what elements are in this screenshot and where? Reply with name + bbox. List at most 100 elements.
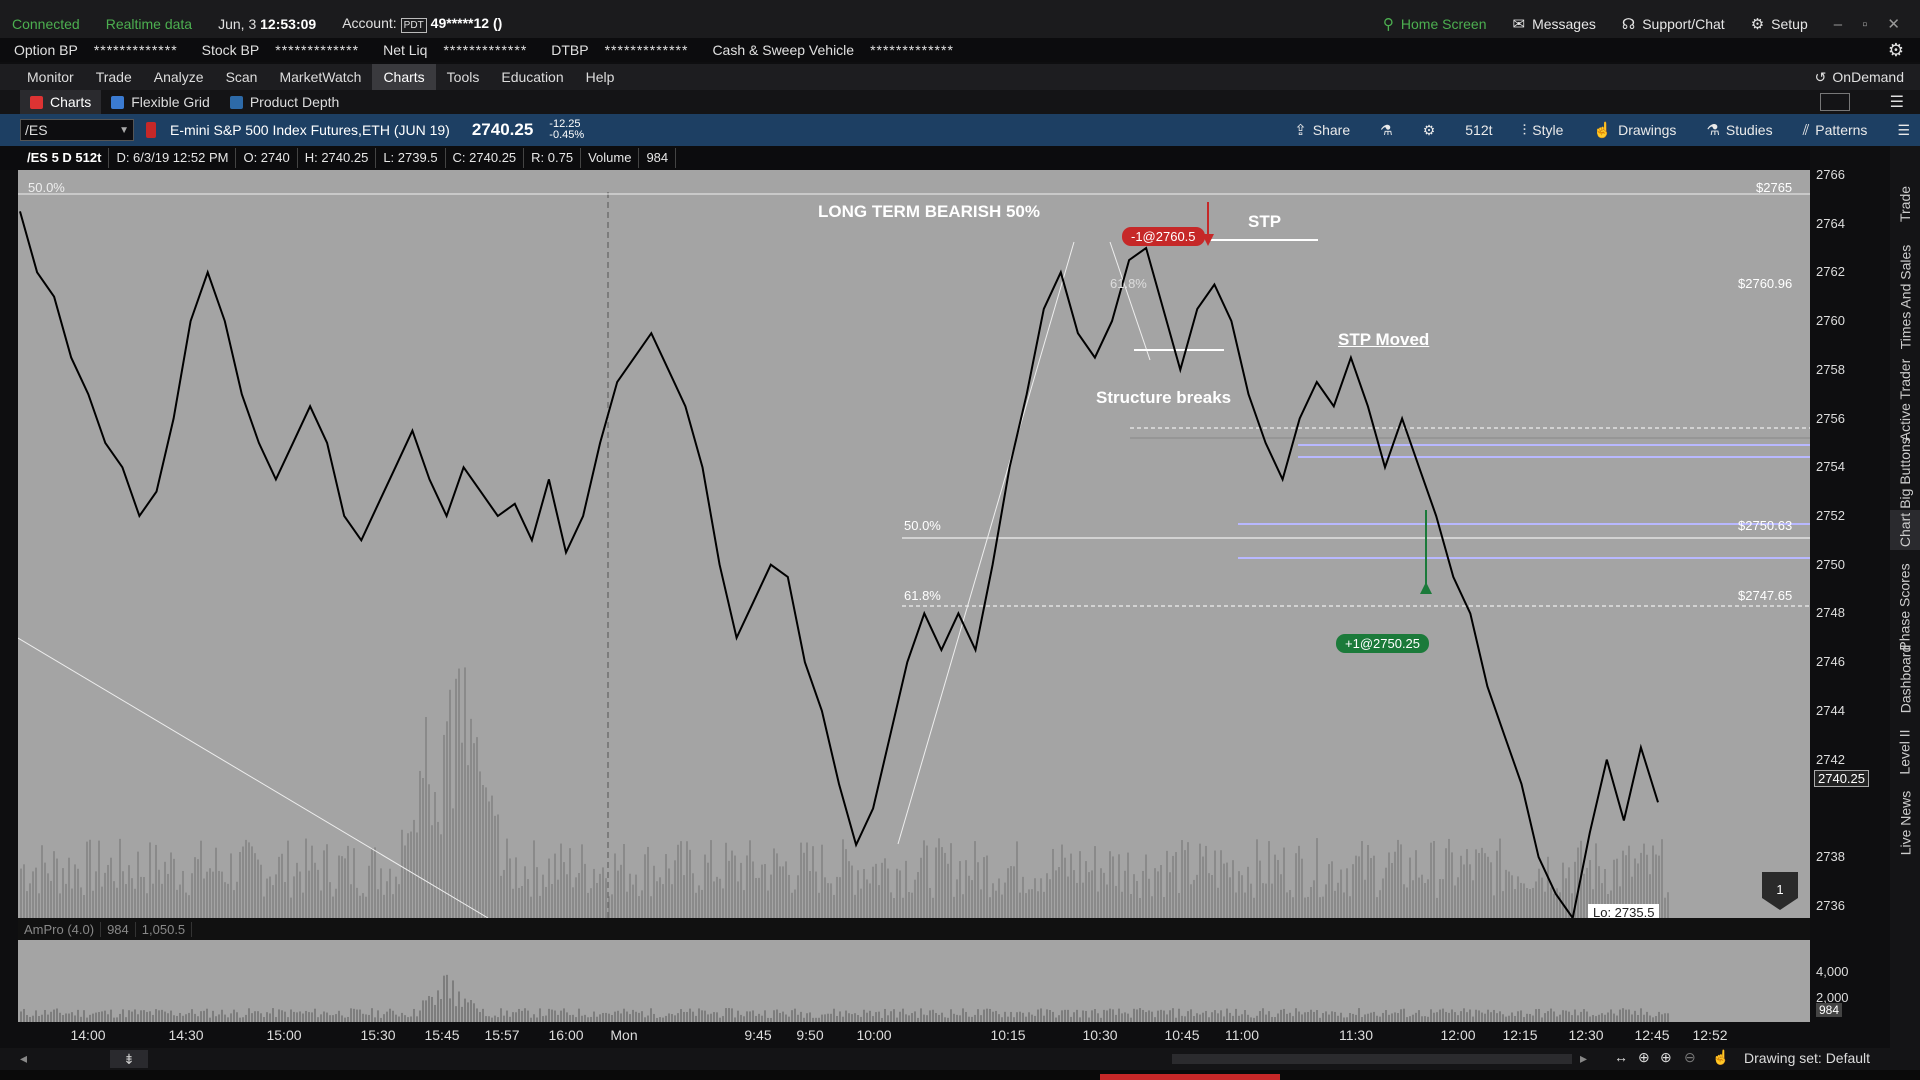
volume-pane-bar bbox=[1259, 1011, 1261, 1022]
side-tab-level-ii[interactable]: Level II bbox=[1890, 724, 1920, 780]
menu-analyze[interactable]: Analyze bbox=[143, 64, 215, 90]
side-tab-times-and-sales[interactable]: Times And Sales bbox=[1890, 245, 1920, 350]
price-change: -12.25 -0.45% bbox=[549, 119, 584, 141]
side-tab-big-buttons[interactable]: Big Buttons bbox=[1890, 436, 1920, 510]
volume-bar bbox=[491, 795, 493, 918]
volume-pane-bar bbox=[524, 1008, 526, 1022]
menu-icon[interactable]: ☰ bbox=[1897, 122, 1910, 139]
sell-order-badge[interactable]: -1@2760.5 bbox=[1122, 227, 1205, 246]
close-icon[interactable]: ✕ bbox=[1887, 15, 1900, 33]
buy-order-badge[interactable]: +1@2750.25 bbox=[1336, 634, 1430, 653]
volume-pane-bar bbox=[563, 1008, 565, 1022]
menu-charts[interactable]: Charts bbox=[372, 64, 436, 90]
support-chat-button[interactable]: ☊ Support/Chat bbox=[1622, 15, 1725, 33]
volume-pane-bar bbox=[899, 1011, 901, 1022]
studies-button[interactable]: ⚗ Studies bbox=[1706, 121, 1772, 139]
side-tab-active-trader[interactable]: Active Trader bbox=[1890, 358, 1920, 442]
zoom-out-icon[interactable]: ⊖ bbox=[1684, 1049, 1696, 1066]
volume-pane-bar bbox=[401, 1012, 403, 1022]
volume-pane-bar bbox=[521, 1010, 523, 1022]
account-selector[interactable]: Account: PDT 49*****12 () bbox=[342, 15, 502, 33]
side-tab-trade[interactable]: Trade bbox=[1890, 176, 1920, 232]
menu-education[interactable]: Education bbox=[490, 64, 574, 90]
style-button[interactable]: ⫶ Style bbox=[1523, 122, 1564, 139]
volume-pane-bar bbox=[1265, 1014, 1267, 1022]
symbol-input[interactable]: /ES ▼ bbox=[20, 119, 134, 141]
alert-icon[interactable] bbox=[146, 122, 156, 138]
support-label: Support/Chat bbox=[1642, 16, 1725, 32]
menu-scan[interactable]: Scan bbox=[215, 64, 269, 90]
side-tab-dashboard[interactable]: Dashboard bbox=[1890, 644, 1920, 714]
volume-bar bbox=[392, 894, 394, 918]
layout-icon[interactable] bbox=[1820, 93, 1850, 111]
volume-pane-bar bbox=[1286, 1013, 1288, 1022]
maximize-icon[interactable]: ▫ bbox=[1862, 16, 1867, 33]
volume-pane-bar bbox=[995, 1010, 997, 1022]
volume-bar bbox=[596, 882, 598, 918]
menu-marketwatch[interactable]: MarketWatch bbox=[268, 64, 372, 90]
volume-bar bbox=[110, 857, 112, 918]
side-tab-phase-scores[interactable]: Phase Scores bbox=[1890, 563, 1920, 650]
scroll-right-icon[interactable]: ▸ bbox=[1580, 1050, 1587, 1067]
minimize-icon[interactable]: – bbox=[1834, 16, 1842, 33]
tab-charts[interactable]: Charts bbox=[20, 90, 102, 114]
volume-bar bbox=[569, 848, 571, 918]
chart-settings-icon[interactable]: ⚙ bbox=[1423, 122, 1436, 139]
volume-pane-bar bbox=[1610, 1009, 1612, 1022]
volume-pane[interactable] bbox=[18, 940, 1810, 1022]
volume-pane-bar bbox=[926, 1015, 928, 1022]
time-axis[interactable]: 14:00 14:30 15:00 15:30 15:45 15:57 16:00 Mon 9:… bbox=[0, 1022, 1890, 1048]
menu-monitor[interactable]: Monitor bbox=[16, 64, 85, 90]
aggregation-selector[interactable]: 512t bbox=[1465, 122, 1492, 138]
tab-product-depth[interactable]: Product Depth bbox=[220, 90, 350, 114]
crosshair-icon[interactable]: ⊕ bbox=[1638, 1049, 1650, 1066]
volume-bar bbox=[344, 858, 346, 918]
share-button[interactable]: ⇪ Share bbox=[1294, 121, 1350, 139]
chart-background bbox=[18, 170, 1810, 918]
messages-button[interactable]: ✉ Messages bbox=[1512, 15, 1595, 33]
flask-icon[interactable]: ⚗ bbox=[1380, 122, 1393, 139]
scroll-left-icon[interactable]: ◂ bbox=[20, 1050, 27, 1067]
volume-bar bbox=[1526, 888, 1528, 918]
list-icon[interactable]: ☰ bbox=[1890, 92, 1904, 112]
volume-bar bbox=[365, 896, 367, 918]
menu-tools[interactable]: Tools bbox=[436, 64, 491, 90]
main-menu: Monitor Trade Analyze Scan MarketWatch C… bbox=[0, 64, 1920, 90]
volume-bar bbox=[1265, 883, 1267, 918]
side-tab-live-news[interactable]: Live News bbox=[1890, 786, 1920, 860]
side-tab-chart[interactable]: Chart bbox=[1890, 510, 1920, 550]
volume-bar bbox=[1235, 892, 1237, 918]
volume-pane-bar bbox=[464, 998, 466, 1022]
collapse-icon[interactable]: ⇟ bbox=[110, 1050, 148, 1068]
volume-pane-bar bbox=[305, 1010, 307, 1022]
volume-bar bbox=[1469, 864, 1471, 918]
settings-gear-icon[interactable]: ⚙ bbox=[1888, 40, 1904, 61]
volume-pane-bar bbox=[1478, 1010, 1480, 1022]
volume-bar bbox=[950, 843, 952, 918]
home-screen-button[interactable]: ⚲ Home Screen bbox=[1383, 15, 1487, 33]
volume-bar bbox=[1541, 877, 1543, 918]
tab-flexible-grid[interactable]: Flexible Grid bbox=[101, 90, 220, 114]
pan-icon[interactable]: ↔ bbox=[1614, 1049, 1628, 1065]
ondemand-button[interactable]: ↺ OnDemand bbox=[1815, 69, 1904, 86]
price-axis[interactable]: 2766 2764 2762 2760 2758 2756 2754 2752 2750 2748… bbox=[1810, 146, 1890, 1022]
volume-bar bbox=[1283, 847, 1285, 918]
volume-bar bbox=[281, 853, 283, 918]
setup-button[interactable]: ⚙ Setup bbox=[1751, 15, 1808, 33]
menu-help[interactable]: Help bbox=[575, 64, 626, 90]
time-tick: 9:45 bbox=[744, 1027, 772, 1043]
volume-bar bbox=[176, 889, 178, 918]
price-chart[interactable]: 1 bbox=[18, 170, 1810, 918]
hand-tool-icon[interactable]: ☝ bbox=[1712, 1049, 1729, 1066]
volume-bar bbox=[359, 895, 361, 918]
volume-pane-bar bbox=[389, 1008, 391, 1022]
volume-bar bbox=[1127, 852, 1129, 918]
zoom-in-icon[interactable]: ⊕ bbox=[1660, 1049, 1672, 1066]
drawings-button[interactable]: ☝ Drawings bbox=[1593, 121, 1676, 139]
volume-bar bbox=[578, 872, 580, 918]
patterns-button[interactable]: ⫽ Patterns bbox=[1803, 122, 1868, 139]
volume-pane-bar bbox=[1085, 1010, 1087, 1022]
scrollbar-thumb[interactable] bbox=[1172, 1054, 1572, 1064]
drawing-set-label[interactable]: Drawing set: Default bbox=[1744, 1050, 1870, 1066]
menu-trade[interactable]: Trade bbox=[85, 64, 143, 90]
